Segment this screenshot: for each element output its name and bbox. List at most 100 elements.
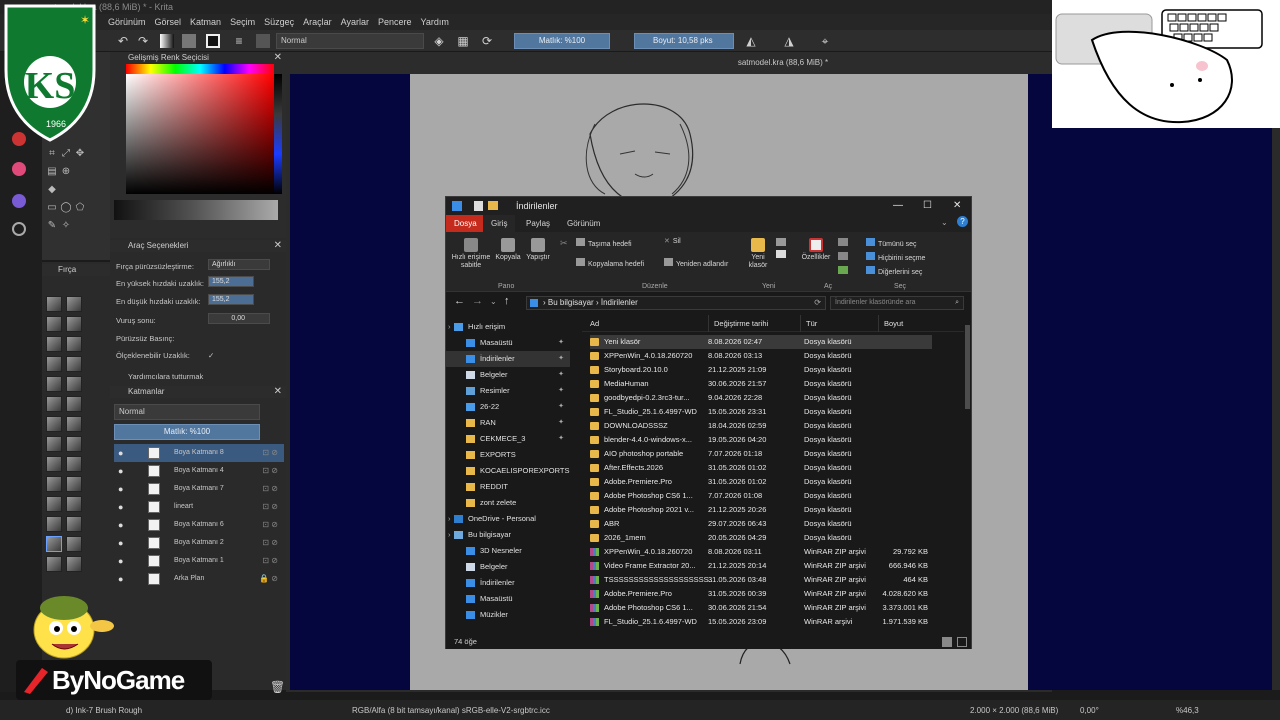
details-view-icon[interactable] xyxy=(942,637,952,647)
brush-preset[interactable] xyxy=(66,376,82,392)
crop-tool-icon[interactable]: ⌗ xyxy=(46,148,58,160)
fill-tool-icon[interactable]: ◆ xyxy=(46,184,58,196)
file-row[interactable]: Yeni klasör 8.08.2026 02:47 Dosya klasörü xyxy=(590,335,932,349)
select-freehand-icon[interactable]: ✎ xyxy=(46,220,58,232)
brush-preset[interactable] xyxy=(46,556,62,572)
paste-button[interactable]: Yapıştır xyxy=(524,238,552,262)
lock-icon[interactable]: ⊡ ⊘ xyxy=(262,480,278,498)
nav-item[interactable]: zont zelete xyxy=(446,495,570,511)
hue-strip[interactable] xyxy=(126,64,274,74)
file-row[interactable]: 2026_1mem 20.05.2026 04:29 Dosya klasörü xyxy=(590,531,932,545)
lock-icon[interactable]: ⊡ ⊘ xyxy=(262,462,278,480)
reload-icon[interactable]: ⟳ xyxy=(480,34,494,48)
chevron-right-icon[interactable]: › xyxy=(448,527,451,543)
brush-preset[interactable] xyxy=(46,336,62,352)
lock-icon[interactable]: ⊡ ⊘ xyxy=(262,516,278,534)
nav-item[interactable]: › OneDrive - Personal xyxy=(446,511,570,527)
nav-item[interactable]: EXPORTS xyxy=(446,447,570,463)
menu-item[interactable]: Ayarlar xyxy=(341,17,369,27)
file-row[interactable]: XPPenWin_4.0.18.260720 8.08.2026 03:11 Win… xyxy=(590,545,932,559)
move-tool-icon[interactable]: ✥ xyxy=(74,148,86,160)
file-row[interactable]: DOWNLOADSSSZ 18.04.2026 02:59 Dosya klasör… xyxy=(590,419,932,433)
brush-preset[interactable] xyxy=(66,436,82,452)
column-header-type[interactable]: Tür xyxy=(800,315,817,332)
rename-button[interactable]: Yeniden adlandır xyxy=(664,258,728,269)
brush-preset[interactable] xyxy=(66,336,82,352)
app-icon[interactable] xyxy=(12,222,26,236)
nav-item[interactable]: İndirilenler ✦ xyxy=(446,351,570,367)
file-row[interactable]: FL_Studio_25.1.6.4997-WD 15.05.2026 23:09… xyxy=(590,615,932,629)
file-row[interactable]: Adobe.Premiere.Pro 31.05.2026 01:02 Dosya … xyxy=(590,475,932,489)
select-all-button[interactable]: Tümünü seç xyxy=(866,238,917,249)
breadcrumb-item[interactable]: Bu bilgisayar xyxy=(548,298,594,307)
file-list-scrollbar[interactable] xyxy=(964,315,971,635)
brush-preset[interactable] xyxy=(66,396,82,412)
pattern-swatch-icon[interactable] xyxy=(182,34,196,48)
menu-item[interactable]: Seçim xyxy=(230,17,255,27)
nav-item[interactable]: Belgeler ✦ xyxy=(446,367,570,383)
brush-preset[interactable] xyxy=(46,396,62,412)
eye-icon[interactable]: ● xyxy=(118,534,123,552)
invert-selection-button[interactable]: Diğerlerini seç xyxy=(866,266,922,277)
nav-item[interactable]: Masaüstü xyxy=(446,591,570,607)
mirror-vertical-icon[interactable]: ◮ xyxy=(782,34,796,48)
close-icon[interactable]: ✕ xyxy=(953,197,961,215)
file-row[interactable]: TSSSSSSSSSSSSSSSSSSSS... 31.05.2026 03:48… xyxy=(590,573,932,587)
search-input[interactable]: İndirilenler klasöründe ara ⌕ xyxy=(830,296,964,310)
nav-item[interactable]: 3D Nesneler xyxy=(446,543,570,559)
layer-row[interactable]: ● Boya Katmanı 7 ⊡ ⊘ xyxy=(114,480,284,498)
history-icon[interactable] xyxy=(838,266,848,274)
edit-icon[interactable] xyxy=(838,252,848,260)
forward-icon[interactable]: → xyxy=(472,295,483,307)
eye-icon[interactable]: ● xyxy=(118,480,123,498)
layer-row[interactable]: ● Boya Katmanı 1 ⊡ ⊘ xyxy=(114,552,284,570)
file-row[interactable]: Adobe Photoshop CS6 1... 7.07.2026 01:08 D… xyxy=(590,489,932,503)
lock-icon[interactable]: 🔒 ⊘ xyxy=(259,570,278,588)
brush-preset[interactable] xyxy=(66,556,82,572)
app-icon[interactable] xyxy=(12,194,26,208)
layer-row[interactable]: ● lineart ⊡ ⊘ xyxy=(114,498,284,516)
file-row[interactable]: Storyboard.20.10.0 21.12.2025 21:09 Dosya … xyxy=(590,363,932,377)
lock-icon[interactable]: ⊡ ⊘ xyxy=(262,552,278,570)
menu-item[interactable]: Görsel xyxy=(155,17,182,27)
chevron-right-icon[interactable]: › xyxy=(448,319,451,335)
brush-preset[interactable] xyxy=(46,476,62,492)
nav-item[interactable]: Resimler ✦ xyxy=(446,383,570,399)
move-to-button[interactable]: Taşıma hedefi xyxy=(576,238,632,249)
min-distance-field[interactable]: 155,2 xyxy=(208,294,254,305)
layer-row[interactable]: ● Boya Katmanı 4 ⊡ ⊘ xyxy=(114,462,284,480)
layer-blend-select[interactable]: Normal xyxy=(114,404,260,420)
brush-preset[interactable] xyxy=(46,416,62,432)
brush-preset[interactable] xyxy=(66,356,82,372)
layer-row[interactable]: ● Boya Katmanı 2 ⊡ ⊘ xyxy=(114,534,284,552)
eye-icon[interactable]: ● xyxy=(118,516,123,534)
brush-preset[interactable] xyxy=(66,536,82,552)
file-row[interactable]: AIO photoshop portable 7.07.2026 01:18 Dos… xyxy=(590,447,932,461)
help-icon[interactable]: ? xyxy=(957,216,968,227)
scrollbar-thumb[interactable] xyxy=(965,325,970,409)
nav-item[interactable]: Belgeler xyxy=(446,559,570,575)
color-history-strip[interactable] xyxy=(274,74,282,194)
redo-icon[interactable]: ↷ xyxy=(136,34,150,48)
copy-to-button[interactable]: Kopyalama hedefi xyxy=(576,258,644,269)
scalable-distance-checkbox[interactable]: ✓ xyxy=(208,351,214,360)
brush-preset[interactable] xyxy=(46,436,62,452)
nav-item[interactable]: Masaüstü ✦ xyxy=(446,335,570,351)
brush-preset[interactable] xyxy=(46,376,62,392)
wrap-around-icon[interactable]: ⌖ xyxy=(818,34,832,48)
brush-preset[interactable] xyxy=(66,516,82,532)
column-header-size[interactable]: Boyut xyxy=(878,315,903,332)
pin-quick-access-button[interactable]: Hızlı erişime sabitle xyxy=(448,238,494,270)
file-row[interactable]: XPPenWin_4.0.18.260720 8.08.2026 03:13 Dos… xyxy=(590,349,932,363)
nav-item[interactable]: İndirilenler xyxy=(446,575,570,591)
file-row[interactable]: Adobe Photoshop CS6 1... 30.06.2026 21:54… xyxy=(590,601,932,615)
close-icon[interactable]: ✕ xyxy=(274,240,282,252)
brush-preset[interactable] xyxy=(46,356,62,372)
eye-icon[interactable]: ● xyxy=(118,462,123,480)
transform-tool-icon[interactable]: ⤢ xyxy=(60,148,72,160)
large-icons-view-icon[interactable] xyxy=(957,637,967,647)
nav-item[interactable]: › Hızlı erişim xyxy=(446,319,570,335)
layer-row[interactable]: ● Arka Plan 🔒 ⊘ xyxy=(114,570,284,588)
tab-file[interactable]: Dosya xyxy=(446,215,485,232)
eye-icon[interactable]: ● xyxy=(118,552,123,570)
